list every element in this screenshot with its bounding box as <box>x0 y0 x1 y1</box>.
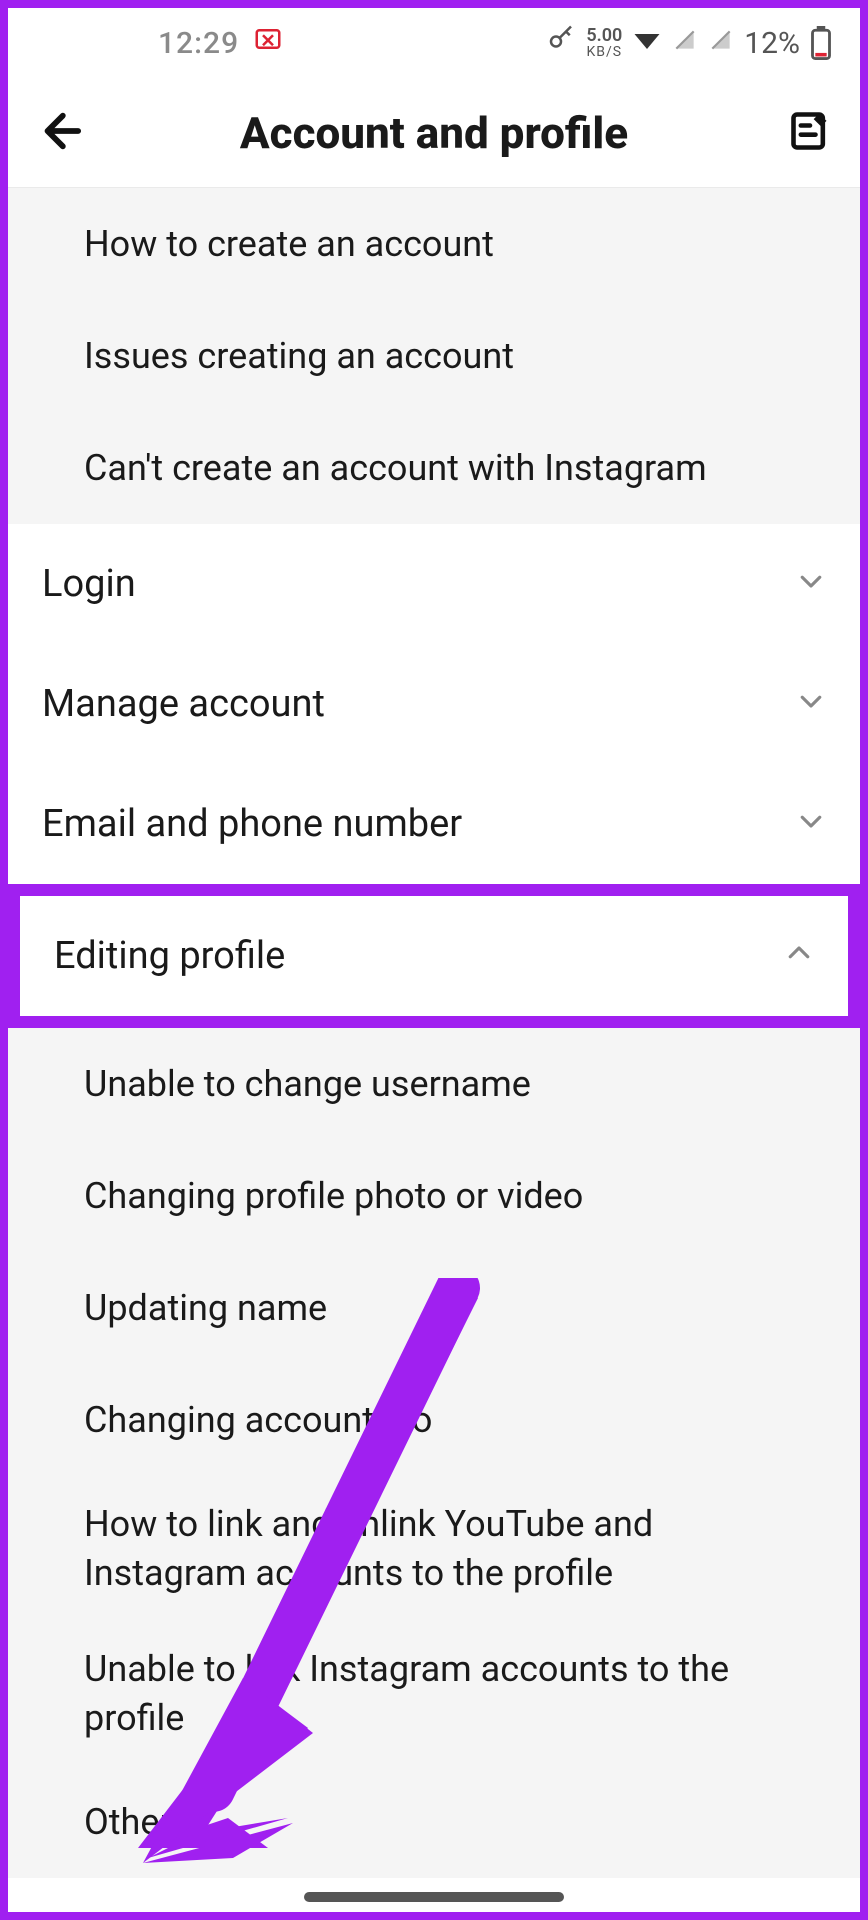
sub-item-cant-create-instagram[interactable]: Can't create an account with Instagram <box>8 412 860 524</box>
page-header: Account and profile <box>8 78 860 188</box>
category-manage-account[interactable]: Manage account <box>8 644 860 764</box>
network-speed-unit: KB/S <box>586 45 622 59</box>
sim1-icon <box>672 26 698 61</box>
phone-screen: 12:29 5.00 KB/S <box>8 8 860 1912</box>
sim2-icon <box>708 26 734 61</box>
sub-item-unable-link-instagram[interactable]: Unable to link Instagram accounts to the… <box>8 1621 860 1766</box>
back-button[interactable] <box>36 108 90 158</box>
chevron-up-icon <box>784 934 814 978</box>
list-item-label: How to create an account <box>84 220 494 269</box>
list-item-label: Changing account bio <box>84 1396 432 1445</box>
list-item-label: Unable to change username <box>84 1060 531 1109</box>
list-item-label: Other <box>84 1798 172 1847</box>
home-indicator[interactable] <box>304 1892 564 1902</box>
page-title: Account and profile <box>90 107 778 159</box>
category-label: Manage account <box>42 682 325 726</box>
key-icon <box>546 24 576 62</box>
wifi-icon <box>632 24 662 62</box>
list-item-label: Issues creating an account <box>84 332 514 381</box>
category-label: Editing profile <box>54 934 285 978</box>
list-item-label: Unable to link Instagram accounts to the… <box>84 1645 820 1742</box>
list-item-label: Updating name <box>84 1284 327 1333</box>
screenshot-icon <box>253 24 283 62</box>
chevron-down-icon <box>796 682 826 726</box>
creating-account-subitems: How to create an account Issues creating… <box>8 188 860 524</box>
sub-item-link-unlink-youtube-instagram[interactable]: How to link and unlink YouTube and Insta… <box>8 1476 860 1621</box>
status-left: 12:29 <box>158 24 283 62</box>
category-label: Email and phone number <box>42 802 462 846</box>
category-label: Login <box>42 562 136 606</box>
list-item-label: Changing profile photo or video <box>84 1172 583 1221</box>
list-item-label: Can't create an account with Instagram <box>84 444 707 493</box>
sub-item-issues-creating[interactable]: Issues creating an account <box>8 300 860 412</box>
category-login[interactable]: Login <box>8 524 860 644</box>
sub-item-changing-photo-video[interactable]: Changing profile photo or video <box>8 1140 860 1252</box>
annotated-frame: 12:29 5.00 KB/S <box>0 0 868 1920</box>
settings-list: How to create an account Issues creating… <box>8 188 860 1912</box>
editing-profile-subitems: Unable to change username Changing profi… <box>8 1028 860 1878</box>
chevron-down-icon <box>796 562 826 606</box>
battery-text: 12% <box>744 26 800 61</box>
chevron-down-icon <box>796 802 826 846</box>
status-time: 12:29 <box>158 26 239 61</box>
network-speed-value: 5.00 <box>586 27 622 45</box>
category-email-phone[interactable]: Email and phone number <box>8 764 860 884</box>
sub-item-changing-bio[interactable]: Changing account bio <box>8 1364 860 1476</box>
sub-item-other[interactable]: Other <box>8 1766 860 1878</box>
list-item-label: How to link and unlink YouTube and Insta… <box>84 1500 820 1597</box>
sub-item-unable-change-username[interactable]: Unable to change username <box>8 1028 860 1140</box>
status-bar: 12:29 5.00 KB/S <box>8 8 860 78</box>
annotation-highlight-box: Editing profile <box>8 884 860 1028</box>
category-editing-profile[interactable]: Editing profile <box>20 896 848 1016</box>
status-right: 5.00 KB/S 12% <box>546 24 832 62</box>
network-speed: 5.00 KB/S <box>586 27 622 59</box>
sub-item-create-account[interactable]: How to create an account <box>8 188 860 300</box>
feedback-button[interactable] <box>778 109 832 157</box>
battery-icon <box>810 26 832 60</box>
sub-item-updating-name[interactable]: Updating name <box>8 1252 860 1364</box>
